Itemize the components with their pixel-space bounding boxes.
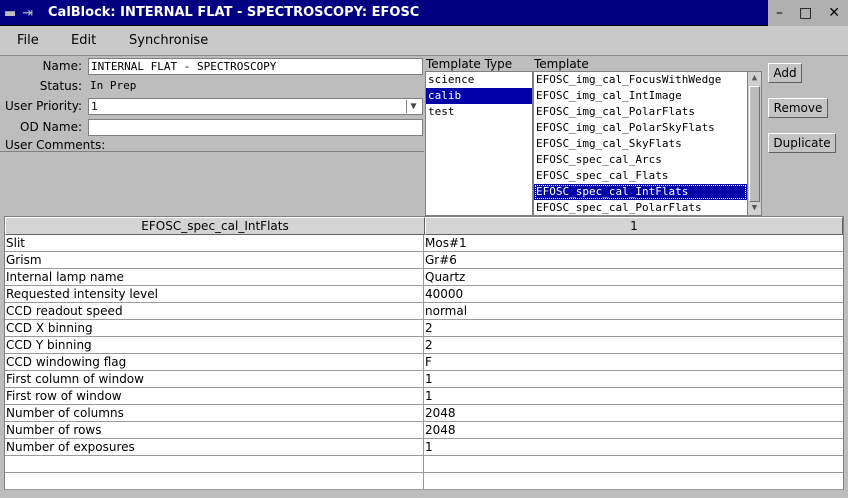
table-row: CCD readout speed normal	[5, 303, 843, 320]
param-name-cell[interactable]: CCD Y binning	[5, 337, 424, 353]
table-row: Number of exposures 1	[5, 439, 843, 456]
od-name-field[interactable]	[88, 119, 423, 136]
template-item[interactable]: EFOSC_img_cal_PolarFlats	[534, 104, 747, 120]
table-row	[5, 473, 843, 490]
param-name-cell[interactable]: First row of window	[5, 388, 424, 404]
duplicate-button[interactable]: Duplicate	[768, 133, 836, 153]
param-name-cell[interactable]: Number of columns	[5, 405, 424, 421]
status-label: Status:	[39, 79, 82, 93]
column-header-param[interactable]: EFOSC_spec_cal_IntFlats	[5, 217, 425, 235]
param-name-cell[interactable]: CCD windowing flag	[5, 354, 424, 370]
calblock-form: Name: INTERNAL FLAT - SPECTROSCOPY Statu…	[0, 58, 425, 214]
template-item[interactable]: EFOSC_spec_cal_Flats	[534, 168, 747, 184]
template-header: Template	[534, 57, 589, 71]
param-value-cell[interactable]: 2	[424, 337, 843, 353]
param-value-cell[interactable]: Quartz	[424, 269, 843, 285]
template-type-header: Template Type	[426, 57, 513, 71]
table-row: Number of columns 2048	[5, 405, 843, 422]
param-name-cell[interactable]: CCD readout speed	[5, 303, 424, 319]
user-comments-label: User Comments:	[5, 138, 106, 152]
param-value-cell[interactable]: Gr#6	[424, 252, 843, 268]
template-scrollbar[interactable]: ▲ ▼	[747, 72, 761, 215]
table-row: Requested intensity level 40000	[5, 286, 843, 303]
table-row: Internal lamp name Quartz	[5, 269, 843, 286]
param-name-cell[interactable]	[5, 456, 424, 472]
maximize-icon[interactable]: □	[799, 6, 812, 20]
param-name-cell[interactable]: Grism	[5, 252, 424, 268]
title-bar: ▬ ⇥ CalBlock: INTERNAL FLAT - SPECTROSCO…	[0, 0, 848, 26]
table-row: First row of window 1	[5, 388, 843, 405]
scroll-up-icon[interactable]: ▲	[748, 72, 761, 85]
close-icon[interactable]: ✕	[828, 6, 840, 20]
menu-file[interactable]: File	[17, 33, 39, 48]
param-name-cell[interactable]: Requested intensity level	[5, 286, 424, 302]
table-row: CCD windowing flag F	[5, 354, 843, 371]
param-value-cell[interactable]: normal	[424, 303, 843, 319]
column-header-value[interactable]: 1	[425, 217, 843, 235]
template-item[interactable]: EFOSC_spec_cal_PolarFlats	[534, 200, 747, 215]
remove-button[interactable]: Remove	[768, 98, 828, 118]
window-title: CalBlock: INTERNAL FLAT - SPECTROSCOPY: …	[48, 5, 420, 20]
template-item[interactable]: EFOSC_img_cal_PolarSkyFlats	[534, 120, 747, 136]
table-row: CCD Y binning 2	[5, 337, 843, 354]
param-value-cell[interactable]: 1	[424, 388, 843, 404]
param-value-cell[interactable]: 2	[424, 320, 843, 336]
od-name-label: OD Name:	[20, 120, 82, 134]
param-name-cell[interactable]: Slit	[5, 235, 424, 251]
param-value-cell[interactable]	[424, 473, 843, 489]
template-list[interactable]: EFOSC_img_cal_FocusWithWedge EFOSC_img_ca…	[533, 71, 762, 216]
window-menu-buttons[interactable]: ▬ ⇥	[4, 4, 33, 22]
parameter-table: EFOSC_spec_cal_IntFlats 1 Slit Mos#1 Grism…	[4, 216, 844, 490]
table-row: First column of window 1	[5, 371, 843, 388]
template-type-item[interactable]: calib	[426, 88, 532, 104]
template-type-item[interactable]: test	[426, 104, 532, 120]
param-value-cell[interactable]: Mos#1	[424, 235, 843, 251]
param-value-cell[interactable]: 2048	[424, 405, 843, 421]
param-value-cell[interactable]: 40000	[424, 286, 843, 302]
param-name-cell[interactable]: Number of exposures	[5, 439, 424, 455]
param-name-cell[interactable]	[5, 473, 424, 489]
param-name-cell[interactable]: First column of window	[5, 371, 424, 387]
dropdown-arrow-icon[interactable]: ▼	[406, 100, 420, 113]
template-item[interactable]: EFOSC_spec_cal_Arcs	[534, 152, 747, 168]
param-value-cell[interactable]: 1	[424, 439, 843, 455]
param-name-cell[interactable]: CCD X binning	[5, 320, 424, 336]
template-type-list[interactable]: science calib test	[425, 71, 533, 216]
add-button[interactable]: Add	[768, 63, 802, 83]
param-name-cell[interactable]: Internal lamp name	[5, 269, 424, 285]
param-name-cell[interactable]: Number of rows	[5, 422, 424, 438]
priority-label: User Priority:	[4, 99, 82, 113]
table-header: EFOSC_spec_cal_IntFlats 1	[5, 217, 843, 235]
menu-synchronise[interactable]: Synchronise	[129, 33, 208, 48]
table-body: Slit Mos#1 Grism Gr#6 Internal lamp name Quar…	[5, 235, 843, 490]
table-row: Grism Gr#6	[5, 252, 843, 269]
param-value-cell[interactable]: 1	[424, 371, 843, 387]
param-value-cell[interactable]	[424, 456, 843, 472]
minimize-icon[interactable]: –	[776, 6, 783, 20]
status-value: In Prep	[88, 78, 423, 95]
template-item[interactable]: EFOSC_img_cal_FocusWithWedge	[534, 72, 747, 88]
param-value-cell[interactable]: F	[424, 354, 843, 370]
template-type-item[interactable]: science	[426, 72, 532, 88]
priority-dropdown[interactable]: 1 ▼	[88, 98, 423, 115]
table-row	[5, 456, 843, 473]
priority-value: 1	[91, 100, 98, 113]
template-item[interactable]: EFOSC_img_cal_IntImage	[534, 88, 747, 104]
scroll-down-icon[interactable]: ▼	[748, 202, 761, 215]
table-row: CCD X binning 2	[5, 320, 843, 337]
template-item[interactable]: EFOSC_spec_cal_IntFlats	[534, 184, 747, 200]
name-label: Name:	[42, 59, 82, 73]
window-controls: – □ ✕	[768, 0, 848, 26]
pin-icon[interactable]: ⇥	[22, 7, 33, 20]
window-menu-icon[interactable]: ▬	[4, 7, 16, 20]
menu-bar: File Edit Synchronise	[0, 26, 848, 56]
template-item[interactable]: EFOSC_img_cal_SkyFlats	[534, 136, 747, 152]
name-field[interactable]: INTERNAL FLAT - SPECTROSCOPY	[88, 58, 423, 75]
menu-edit[interactable]: Edit	[71, 33, 96, 48]
divider	[0, 151, 424, 152]
scroll-thumb[interactable]	[749, 86, 760, 202]
param-value-cell[interactable]: 2048	[424, 422, 843, 438]
table-row: Number of rows 2048	[5, 422, 843, 439]
table-row: Slit Mos#1	[5, 235, 843, 252]
